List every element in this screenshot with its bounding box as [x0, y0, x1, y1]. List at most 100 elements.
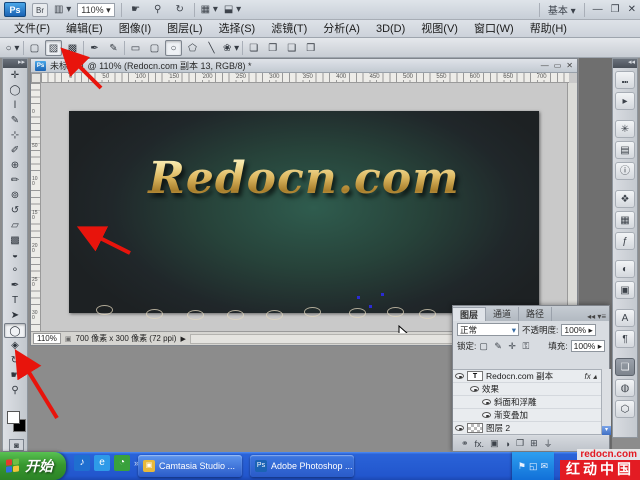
layer-row[interactable]: 图层 2: [453, 422, 601, 435]
info-panel-icon[interactable]: ⓘ: [615, 162, 635, 180]
visibility-eye-icon[interactable]: [455, 373, 464, 379]
document-titlebar[interactable]: Ps 未标题-1 @ 110% (Redocn.com 副本 13, RGB/8…: [31, 59, 577, 73]
fill-field[interactable]: 100% ▸: [571, 340, 605, 352]
channels-panel-icon[interactable]: ◍: [615, 379, 635, 397]
tray-icon[interactable]: ✉: [540, 461, 548, 472]
history-panel-icon[interactable]: ❖: [615, 190, 635, 208]
visibility-eye-icon[interactable]: [455, 425, 464, 431]
panel-menu-icon[interactable]: ◂◂ ▾≡: [587, 312, 609, 321]
history-brush-tool[interactable]: ↺: [4, 203, 26, 218]
exclude-shape-button[interactable]: ❒: [302, 40, 319, 56]
menu-滤镜(T)[interactable]: 滤镜(T): [263, 20, 315, 38]
clone-stamp-tool[interactable]: ⊚: [4, 188, 26, 203]
crop-tool[interactable]: ⊹: [4, 128, 26, 143]
taskbar-button[interactable]: PsAdobe Photoshop ...: [250, 455, 354, 477]
link-layers-icon[interactable]: ⚭: [461, 438, 469, 449]
tab-路径[interactable]: 路径: [519, 307, 552, 321]
visibility-eye-icon[interactable]: [482, 412, 491, 418]
swatches-panel-icon[interactable]: ▤: [615, 141, 635, 159]
tab-通道[interactable]: 通道: [486, 307, 519, 321]
menu-编辑(E)[interactable]: 编辑(E): [58, 20, 111, 38]
brushes-panel-icon[interactable]: ⑉: [615, 71, 635, 89]
rounded-rectangle-button[interactable]: ▢: [146, 40, 163, 56]
layer-thumbnail[interactable]: [467, 423, 483, 433]
brush-tool[interactable]: ✏: [4, 173, 26, 188]
dodge-tool[interactable]: ⚬: [4, 263, 26, 278]
intersect-shape-button[interactable]: ❑: [283, 40, 300, 56]
vertical-scrollbar[interactable]: [567, 83, 577, 333]
opacity-field[interactable]: 100% ▸: [561, 324, 595, 336]
line-tool-button[interactable]: ╲: [203, 40, 220, 56]
layer-comps-panel-icon[interactable]: ƒ: [615, 232, 635, 250]
layer-style-icon[interactable]: fx.: [475, 439, 485, 449]
dock-collapse-icon[interactable]: ◂◂: [613, 59, 637, 68]
delete-layer-icon[interactable]: ⏚: [544, 437, 553, 450]
bridge-icon[interactable]: Br: [32, 3, 48, 17]
menu-分析(A)[interactable]: 分析(A): [315, 20, 368, 38]
blur-tool[interactable]: ◒: [4, 248, 26, 263]
desktop-icon[interactable]: ◔: [114, 455, 130, 471]
tray-icon[interactable]: ◱: [529, 461, 538, 472]
taskbar-button[interactable]: ▣Camtasia Studio ...: [138, 455, 242, 477]
polygon-tool-button[interactable]: ⬠: [184, 40, 201, 56]
pen-tool-button[interactable]: ✒: [86, 40, 103, 56]
shape-layers-button[interactable]: ▢: [26, 40, 43, 56]
minimize-button[interactable]: —: [593, 4, 603, 15]
3d-orbit-tool[interactable]: ↻: [4, 353, 26, 368]
doc-maximize-button[interactable]: ▭: [554, 61, 562, 70]
layers-scrollbar[interactable]: ▾: [601, 369, 611, 435]
toolbox-collapse-icon[interactable]: ▸▸: [3, 59, 27, 68]
move-tool[interactable]: ✛: [4, 68, 26, 83]
menu-窗口(W)[interactable]: 窗口(W): [466, 20, 522, 38]
visibility-eye-icon[interactable]: [470, 386, 479, 392]
eyedropper-tool[interactable]: ✐: [4, 143, 26, 158]
menu-3D(D)[interactable]: 3D(D): [368, 20, 413, 38]
adjustment-layer-icon[interactable]: ◑: [505, 439, 510, 449]
menu-图像(I)[interactable]: 图像(I): [111, 20, 159, 38]
arrange-documents-icon[interactable]: ▦ ▾: [201, 3, 218, 17]
paragraph-panel-icon[interactable]: ¶: [615, 330, 635, 348]
freeform-pen-button[interactable]: ✎: [105, 40, 122, 56]
zoom-tool[interactable]: ⚲: [4, 383, 26, 398]
scroll-down-button[interactable]: ▾: [602, 426, 611, 435]
menu-图层(L)[interactable]: 图层(L): [159, 20, 210, 38]
ellipse-tool-button[interactable]: ○: [165, 40, 182, 56]
layer-thumbnail[interactable]: T: [467, 371, 483, 381]
layer-row[interactable]: 斜面和浮雕: [453, 396, 601, 409]
add-to-shape-button[interactable]: ❏: [245, 40, 262, 56]
path-selection-tool[interactable]: ➤: [4, 308, 26, 323]
doc-minimize-button[interactable]: —: [541, 61, 549, 70]
paths-button[interactable]: ▨: [45, 40, 62, 56]
color-panel-icon[interactable]: ✳: [615, 120, 635, 138]
layer-row[interactable]: 渐变叠加: [453, 409, 601, 422]
clone-source-panel-icon[interactable]: ▸: [615, 92, 635, 110]
screen-mode-icon[interactable]: ⬓ ▾: [224, 3, 241, 17]
3d-rotate-tool[interactable]: ◈: [4, 338, 26, 353]
type-tool[interactable]: T: [4, 293, 26, 308]
actions-panel-icon[interactable]: ▦: [615, 211, 635, 229]
lock-icons[interactable]: ▢ ✎ ✛ ⚿: [479, 341, 531, 352]
workspace-switcher[interactable]: 基本 ▾: [548, 2, 576, 17]
eraser-tool[interactable]: ▱: [4, 218, 26, 233]
marquee-tool[interactable]: ◯: [4, 83, 26, 98]
quick-mask-button[interactable]: ◙: [9, 439, 24, 451]
new-layer-icon[interactable]: ⊞: [530, 438, 538, 449]
menu-帮助(H)[interactable]: 帮助(H): [522, 20, 575, 38]
tab-图层[interactable]: 图层: [453, 307, 486, 321]
browser-icon[interactable]: e: [94, 455, 110, 471]
pen-tool[interactable]: ✒: [4, 278, 26, 293]
layer-row[interactable]: 效果: [453, 383, 601, 396]
start-button[interactable]: 开始: [0, 452, 66, 480]
lasso-tool[interactable]: Ɩ: [4, 98, 26, 113]
hand-icon[interactable]: ☛: [128, 3, 144, 17]
statusbar-menu-arrow[interactable]: ▶: [180, 335, 185, 343]
blend-mode-dropdown[interactable]: 正常▾: [457, 323, 519, 336]
gradient-tool[interactable]: ▩: [4, 233, 26, 248]
layout-icon[interactable]: ▥ ▾: [54, 3, 71, 17]
fill-pixels-button[interactable]: ▩: [64, 40, 81, 56]
shape-tool[interactable]: ◯: [4, 323, 26, 338]
healing-brush-tool[interactable]: ⊕: [4, 158, 26, 173]
rotate-view-icon[interactable]: ↻: [172, 3, 188, 17]
menu-视图(V)[interactable]: 视图(V): [413, 20, 466, 38]
foreground-color-swatch[interactable]: [7, 411, 20, 424]
